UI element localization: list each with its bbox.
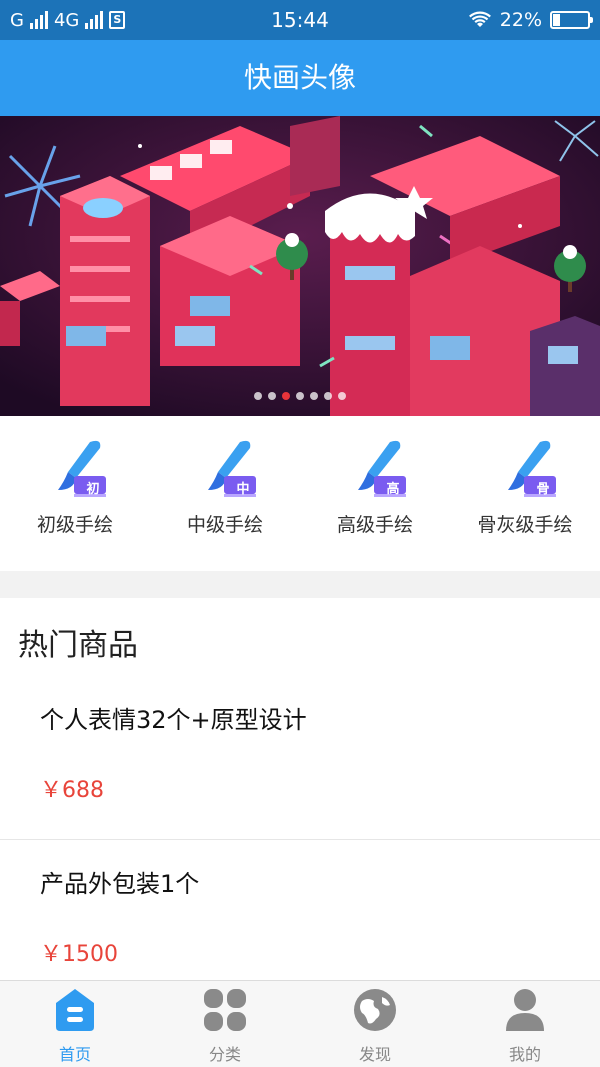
carousel-dot[interactable] <box>254 392 262 400</box>
category-label: 高级手绘 <box>336 514 413 536</box>
category-intermediate[interactable]: 中 中级手绘 <box>150 416 300 571</box>
page-title: 快画头像 <box>0 40 600 116</box>
nav-label: 发现 <box>358 1045 391 1064</box>
bottom-nav: 首页 分类 发现 我的 <box>0 980 600 1067</box>
nav-discover[interactable]: 发现 <box>300 981 450 1067</box>
category-grid-icon <box>204 989 246 1031</box>
battery-icon <box>550 11 593 29</box>
product-price: ￥688 <box>40 778 104 803</box>
category-label: 骨灰级手绘 <box>477 514 573 536</box>
nav-home[interactable]: 首页 <box>0 981 150 1067</box>
carousel-dot[interactable] <box>338 392 346 400</box>
status-right: 22% <box>468 0 593 40</box>
category-row: 初 初级手绘 中 中级手绘 高 高级手绘 骨 骨灰级手绘 <box>0 416 600 571</box>
banner-carousel[interactable] <box>0 116 600 416</box>
category-label: 中级手绘 <box>186 514 263 536</box>
user-icon <box>506 989 544 1031</box>
wifi-icon <box>468 11 491 27</box>
category-label: 初级手绘 <box>36 514 113 536</box>
nav-label: 我的 <box>508 1045 541 1064</box>
home-icon <box>56 989 94 1031</box>
nav-category[interactable]: 分类 <box>150 981 300 1067</box>
product-name: 产品外包装1个 <box>40 870 200 898</box>
nav-label: 分类 <box>208 1045 241 1064</box>
banner-illustration <box>0 116 600 416</box>
nav-label: 首页 <box>58 1045 91 1064</box>
product-item[interactable]: 个人表情32个+原型设计 ￥688 <box>0 676 600 840</box>
battery-percent: 22% <box>499 9 542 31</box>
carousel-dots <box>0 392 600 400</box>
status-bar: G 4G S 15:44 22% <box>0 0 600 40</box>
carousel-dot[interactable] <box>268 392 276 400</box>
category-badge: 初 <box>86 482 100 497</box>
section-title-hot: 热门商品 <box>18 628 138 663</box>
category-expert[interactable]: 骨 骨灰级手绘 <box>450 416 600 571</box>
section-divider <box>0 571 600 598</box>
globe-icon <box>354 989 396 1031</box>
product-price: ￥1500 <box>40 942 118 967</box>
carousel-dot[interactable] <box>324 392 332 400</box>
category-beginner[interactable]: 初 初级手绘 <box>0 416 150 571</box>
carousel-dot[interactable] <box>296 392 304 400</box>
category-badge: 中 <box>236 482 250 497</box>
category-badge: 骨 <box>536 482 550 497</box>
carousel-dot[interactable] <box>282 392 290 400</box>
product-name: 个人表情32个+原型设计 <box>40 706 307 734</box>
nav-me[interactable]: 我的 <box>450 981 600 1067</box>
category-badge: 高 <box>386 482 400 497</box>
carousel-dot[interactable] <box>310 392 318 400</box>
category-advanced[interactable]: 高 高级手绘 <box>300 416 450 571</box>
